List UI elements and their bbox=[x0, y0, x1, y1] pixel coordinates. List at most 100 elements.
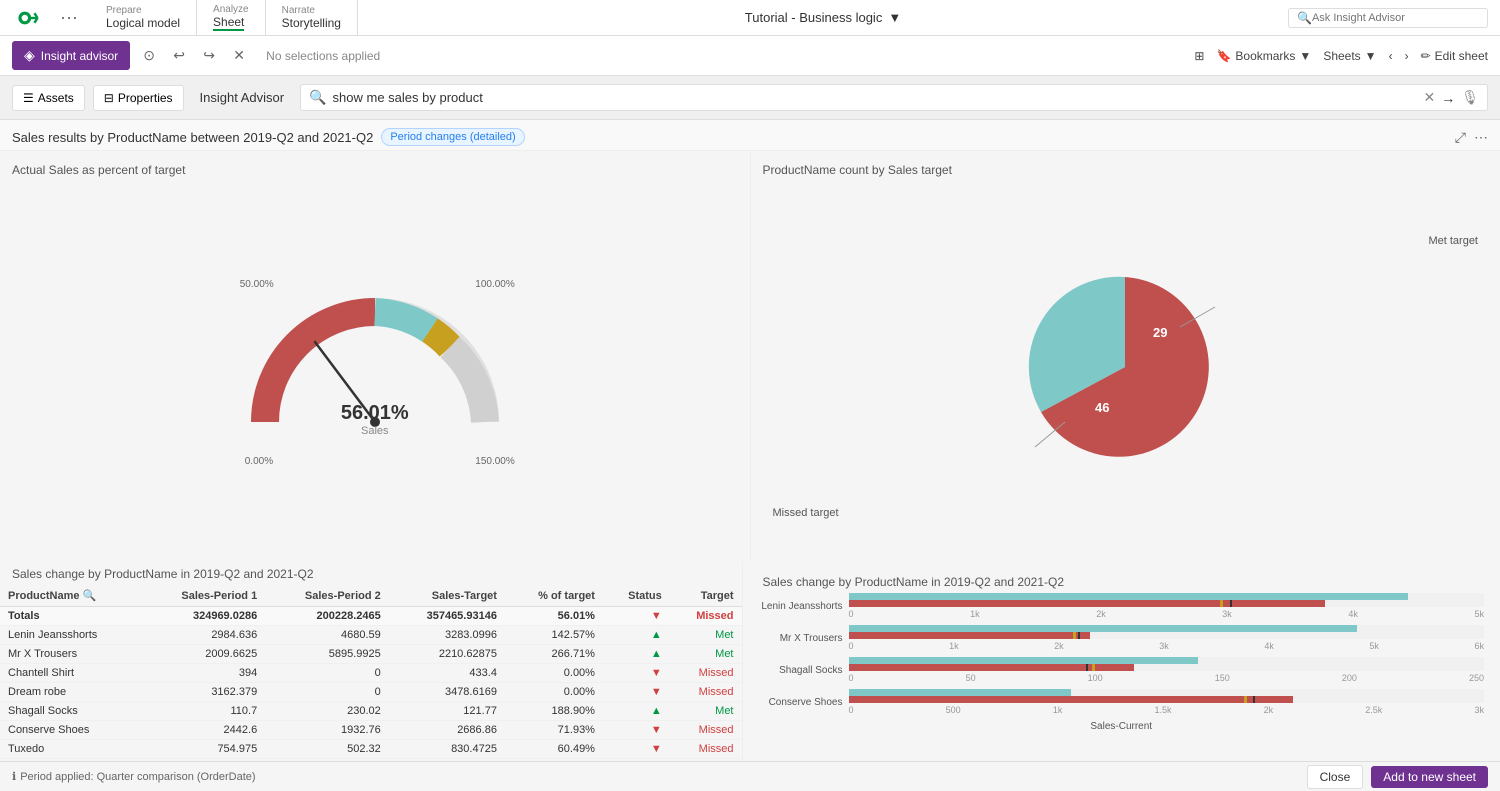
gauge-svg bbox=[235, 267, 515, 467]
gauge-sub: Sales bbox=[341, 425, 409, 437]
table-row: Fuji Boots773.72773.72851.09290.91%—Miss… bbox=[0, 759, 742, 762]
sales-table: ProductName 🔍 Sales-Period 1 Sales-Perio… bbox=[0, 585, 742, 761]
table-row: Tuxedo754.975502.32830.472560.49%▼Missed bbox=[0, 740, 742, 759]
bar-row: Mr X Trousers 01k2k3k4k5k6k bbox=[759, 625, 1485, 651]
nav-narrate[interactable]: Narrate Storytelling bbox=[266, 0, 358, 35]
search-clear-icon[interactable]: ✕ bbox=[1423, 89, 1435, 106]
table-row: Conserve Shoes2442.61932.762686.8671.93%… bbox=[0, 721, 742, 740]
bar-axis: 05001k1.5k2k2.5k3k bbox=[849, 705, 1485, 715]
table-row: Shagall Socks110.7230.02121.77188.90%▲Me… bbox=[0, 702, 742, 721]
col-target: Sales-Target bbox=[389, 585, 505, 607]
pie-title: ProductName count by Sales target bbox=[763, 163, 1489, 177]
results-header: Sales results by ProductName between 201… bbox=[0, 120, 1500, 151]
search-bar: ☰ Assets ⊟ Properties Insight Advisor 🔍 … bbox=[0, 76, 1500, 120]
col-sales-p1: Sales-Period 1 bbox=[142, 585, 266, 607]
bar-axis-label: Sales-Current bbox=[759, 721, 1485, 732]
gauge-chart: Actual Sales as percent of target bbox=[0, 151, 751, 561]
totals-p1: 324969.0286 bbox=[142, 607, 266, 626]
totals-target: 357465.93146 bbox=[389, 607, 505, 626]
gauge-value: 56.01% bbox=[341, 402, 409, 425]
search-go-icon[interactable]: → bbox=[1441, 90, 1455, 106]
gauge-label-100: 100.00% bbox=[475, 279, 514, 290]
properties-icon: ⊟ bbox=[104, 91, 114, 105]
bar-axis: 01k2k3k4k5k bbox=[849, 609, 1485, 619]
nav-narrate-sub: Storytelling bbox=[282, 16, 341, 30]
forward-icon[interactable]: ↪ bbox=[198, 45, 220, 67]
bottom-area: Sales change by ProductName in 2019-Q2 a… bbox=[0, 561, 1500, 761]
search-input[interactable] bbox=[333, 90, 1418, 105]
bar-track bbox=[849, 657, 1485, 671]
nav-narrate-label: Narrate bbox=[282, 5, 341, 16]
nav-prepare-sub: Logical model bbox=[106, 16, 180, 30]
pie-container: 46 29 Met target Missed target bbox=[763, 185, 1489, 549]
charts-area: Actual Sales as percent of target bbox=[0, 151, 1500, 561]
nav-right: 🔍 bbox=[1288, 8, 1488, 28]
properties-button[interactable]: ⊟ Properties bbox=[93, 85, 184, 111]
bar-label: Conserve Shoes bbox=[759, 697, 849, 708]
results-title: Sales results by ProductName between 201… bbox=[12, 130, 373, 145]
ask-insight-input[interactable] bbox=[1312, 12, 1479, 24]
bar-axis: 050100150200250 bbox=[849, 673, 1485, 683]
selections-icon[interactable]: ⊙ bbox=[138, 45, 160, 67]
toolbar-icons: ⊙ ↩ ↪ ✕ bbox=[138, 45, 250, 67]
bar-axis: 01k2k3k4k5k6k bbox=[849, 641, 1485, 651]
totals-pct: 56.01% bbox=[505, 607, 603, 626]
more-icon[interactable]: ⋯ bbox=[1474, 129, 1488, 146]
gauge-title: Actual Sales as percent of target bbox=[12, 163, 738, 177]
ask-insight-search[interactable]: 🔍 bbox=[1288, 8, 1488, 28]
clear-icon[interactable]: ✕ bbox=[228, 45, 250, 67]
edit-sheet-button[interactable]: ✏ Edit sheet bbox=[1421, 49, 1488, 63]
grid-icon[interactable]: ⊞ bbox=[1194, 49, 1204, 63]
bar-chart-section: Sales change by ProductName in 2019-Q2 a… bbox=[743, 561, 1500, 761]
top-nav: ··· Prepare Logical model Analyze Sheet … bbox=[0, 0, 1500, 36]
pie-svg: 46 29 bbox=[985, 237, 1265, 497]
gauge-container: 56.01% Sales 0.00% 50.00% 100.00% 150.00… bbox=[12, 185, 738, 549]
table-row: Dream robe3162.37903478.61690.00%▼Missed bbox=[0, 683, 742, 702]
nav-analyze-label: Analyze bbox=[213, 4, 249, 15]
bookmarks-button[interactable]: 🔖 Bookmarks ▼ bbox=[1216, 49, 1311, 63]
assets-button[interactable]: ☰ Assets bbox=[12, 85, 85, 111]
nav-prepare[interactable]: Prepare Logical model bbox=[90, 0, 197, 35]
more-options-icon[interactable]: ··· bbox=[60, 7, 78, 28]
met-label: Met target bbox=[1428, 235, 1478, 247]
col-target2: Target bbox=[670, 585, 742, 607]
footer: ℹ Period applied: Quarter comparison (Or… bbox=[0, 761, 1500, 791]
insight-label: Insight advisor bbox=[41, 49, 118, 63]
sheets-button[interactable]: Sheets ▼ bbox=[1323, 49, 1376, 63]
col-productname: ProductName 🔍 bbox=[0, 585, 142, 607]
search-icon: 🔍 bbox=[1297, 11, 1312, 25]
app-title[interactable]: Tutorial - Business logic ▼ bbox=[745, 10, 901, 25]
table-row: Lenin Jeansshorts2984.6364680.593283.099… bbox=[0, 626, 742, 645]
col-search-icon[interactable]: 🔍 bbox=[83, 590, 97, 602]
table-section: Sales change by ProductName in 2019-Q2 a… bbox=[0, 561, 743, 761]
totals-name: Totals bbox=[0, 607, 142, 626]
bar-row: Lenin Jeansshorts 01k2k3k4k5k bbox=[759, 593, 1485, 619]
toolbar: ◈ Insight advisor ⊙ ↩ ↪ ✕ No selections … bbox=[0, 36, 1500, 76]
insight-advisor-button[interactable]: ◈ Insight advisor bbox=[12, 41, 130, 70]
add-to-new-sheet-button[interactable]: Add to new sheet bbox=[1371, 766, 1488, 788]
svg-text:46: 46 bbox=[1095, 400, 1109, 415]
nav-analyze[interactable]: Analyze Sheet bbox=[197, 0, 266, 35]
search-input-wrap[interactable]: 🔍 ✕ → 🎙 bbox=[300, 84, 1488, 111]
svg-text:29: 29 bbox=[1153, 325, 1167, 340]
table-row-totals: Totals 324969.0286 200228.2465 357465.93… bbox=[0, 607, 742, 626]
bar-label: Shagall Socks bbox=[759, 665, 849, 676]
close-button[interactable]: Close bbox=[1307, 765, 1364, 789]
expand-icon[interactable]: ⤢ bbox=[1455, 129, 1466, 146]
table-title: Sales change by ProductName in 2019-Q2 a… bbox=[0, 561, 742, 585]
bar-label: Lenin Jeansshorts bbox=[759, 601, 849, 612]
bar-track bbox=[849, 689, 1485, 703]
bar-chart-wrap: Lenin Jeansshorts 01k2k3k4k5k bbox=[751, 593, 1493, 732]
results-actions: ⤢ ⋯ bbox=[1455, 129, 1488, 146]
nav-prev-icon[interactable]: ‹ bbox=[1389, 49, 1393, 63]
search-mic-icon[interactable]: 🎙 bbox=[1461, 89, 1479, 106]
back-icon[interactable]: ↩ bbox=[168, 45, 190, 67]
nav-prepare-label: Prepare bbox=[106, 5, 180, 16]
bar-label: Mr X Trousers bbox=[759, 633, 849, 644]
totals-arrow: ▼ bbox=[603, 607, 670, 626]
info-icon: ℹ bbox=[12, 770, 16, 783]
insight-icon: ◈ bbox=[24, 47, 35, 64]
nav-next-icon[interactable]: › bbox=[1405, 49, 1409, 63]
bar-row: Shagall Socks 050100150200250 bbox=[759, 657, 1485, 683]
table-row: Chantell Shirt3940433.40.00%▼Missed bbox=[0, 664, 742, 683]
